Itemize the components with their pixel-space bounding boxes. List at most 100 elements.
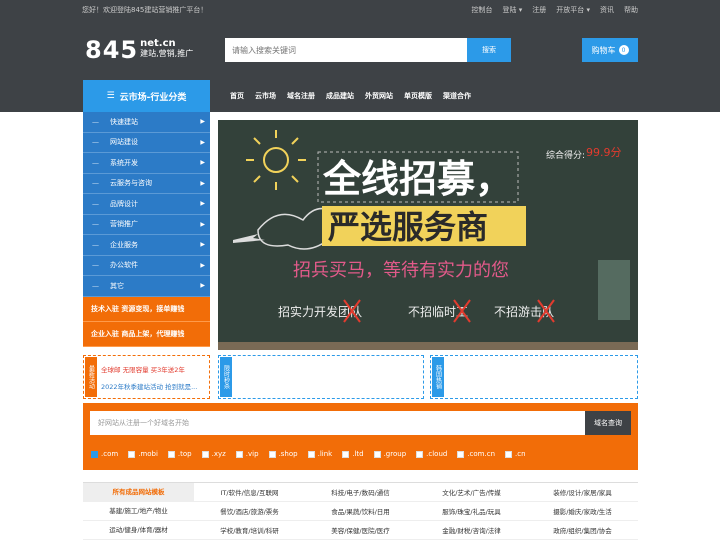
arrow-right-icon: ▶ <box>200 241 205 249</box>
category-link[interactable]: 基建/施工/地产/物业 <box>83 502 194 521</box>
category-link[interactable]: 装修/设计/家居/家具 <box>527 487 638 497</box>
score-value: 99.9分 <box>586 146 622 159</box>
link-login[interactable]: 登陆 ▾ <box>503 5 523 15</box>
sidebar-item[interactable]: — 品牌设计 ▶ <box>83 194 210 215</box>
cart-button[interactable]: 购物车 0 <box>582 38 638 62</box>
nav-item-single-page[interactable]: 单页模版 <box>404 91 432 101</box>
sidebar-item[interactable]: — 网站建设 ▶ <box>83 132 210 153</box>
domain-search-panel: 好网站从注册一个好域名开始 域名查询 .com .mobi .top .xyz … <box>83 403 638 470</box>
tld-checkbox[interactable]: .vip <box>235 450 259 458</box>
arrow-right-icon: ▶ <box>200 159 205 167</box>
category-row: 运动/健身/体育/器材 学校/教育/培训/科研 美容/保健/医院/医疗 金融/财… <box>83 521 638 540</box>
main-nav: ☰ 云市场-行业分类 首页 云市场 域名注册 成品建站 外贸网站 单页模版 渠道… <box>0 80 720 112</box>
chalkboard-eraser-icon <box>598 260 630 320</box>
category-link[interactable]: 科技/电子/数码/通信 <box>305 487 416 497</box>
category-menu-button[interactable]: ☰ 云市场-行业分类 <box>83 80 210 112</box>
link-console[interactable]: 控制台 <box>472 5 493 15</box>
banner-graphic: 全线招募， 严选服务商 招兵买马，等待有实力的您 综合得分: 99.9分 招实力… <box>218 120 638 350</box>
category-link[interactable]: 文化/艺术/广告/传媒 <box>416 487 527 497</box>
news-box-hot: 韩国热销 <box>430 355 638 399</box>
logo-number: 845 <box>85 36 139 64</box>
news-tag-hot: 韩国热销 <box>432 357 444 397</box>
promo-tech-join[interactable]: 技术入驻 资源变现，接单赚钱 <box>83 296 210 322</box>
link-news[interactable]: 资讯 <box>600 5 614 15</box>
arrow-right-icon: ▶ <box>200 200 205 208</box>
sidebar-item[interactable]: — 企业服务 ▶ <box>83 235 210 256</box>
checkbox-icon <box>457 450 465 458</box>
tld-checkbox[interactable]: .link <box>307 450 332 458</box>
news-link[interactable]: 2022年秋季建站活动 抢到就是... <box>101 379 197 396</box>
category-link[interactable]: 摄影/婚庆/家政/生活 <box>527 506 638 516</box>
search-input[interactable] <box>225 38 467 62</box>
logo-domain: net.cn <box>140 38 176 49</box>
category-link[interactable]: 服饰/珠宝/礼品/玩具 <box>416 506 527 516</box>
sidebar-item[interactable]: — 快速建站 ▶ <box>83 112 210 133</box>
sidebar-item[interactable]: — 其它 ▶ <box>83 276 210 297</box>
checkbox-icon <box>167 450 175 458</box>
news-tag-flash-sale: 限时秒杀 <box>220 357 232 397</box>
nav-item-channel[interactable]: 渠道合作 <box>443 91 471 101</box>
tld-checkbox[interactable]: .shop <box>268 450 298 458</box>
top-links: 控制台 登陆 ▾ 注册 开放平台 ▾ 资讯 帮助 <box>472 5 639 15</box>
category-link[interactable]: 政府/组织/集团/协会 <box>527 525 638 535</box>
nav-item-cloud-market[interactable]: 云市场 <box>255 91 276 101</box>
link-register[interactable]: 注册 <box>532 5 546 15</box>
site-logo[interactable]: 845 net.cn 建站,营销,推广 <box>85 36 193 64</box>
domain-search-input[interactable]: 好网站从注册一个好域名开始 <box>90 411 585 435</box>
banner-title-2: 严选服务商 <box>328 208 488 246</box>
domain-search-button[interactable]: 域名查询 <box>585 411 631 435</box>
checkbox-checked-icon <box>91 450 98 458</box>
tld-checkbox[interactable]: .cn <box>505 450 526 458</box>
link-help[interactable]: 帮助 <box>624 5 638 15</box>
tld-checkbox[interactable]: .xyz <box>201 450 226 458</box>
cart-label: 购物车 <box>591 45 616 55</box>
category-row: 所有成品网站模板 IT/软件/信息/互联网 科技/电子/数码/通信 文化/艺术/… <box>83 482 638 502</box>
category-link[interactable]: IT/软件/信息/互联网 <box>194 487 305 497</box>
score-label: 综合得分: <box>546 149 585 161</box>
checkbox-icon <box>416 450 424 458</box>
template-categories: 所有成品网站模板 IT/软件/信息/互联网 科技/电子/数码/通信 文化/艺术/… <box>83 482 638 540</box>
tld-checkbox[interactable]: .top <box>167 450 192 458</box>
nav-item-sites[interactable]: 成品建站 <box>326 91 354 101</box>
news-tag-latest: 最新活动 <box>85 357 97 397</box>
banner-title-1: 全线招募， <box>322 157 513 201</box>
hero-banner[interactable]: 全线招募， 严选服务商 招兵买马，等待有实力的您 综合得分: 99.9分 招实力… <box>218 120 638 350</box>
arrow-right-icon: ▶ <box>200 282 205 290</box>
tld-checkbox[interactable]: .com.cn <box>457 450 495 458</box>
search-button[interactable]: 搜索 <box>467 38 511 62</box>
search-bar: 搜索 <box>225 38 511 62</box>
arrow-right-icon: ▶ <box>200 179 205 187</box>
category-link[interactable]: 金融/财税/咨询/法律 <box>416 525 527 535</box>
banner-subtitle: 招兵买马，等待有实力的您 <box>293 260 509 281</box>
category-link[interactable]: 美容/保健/医院/医疗 <box>305 525 416 535</box>
category-link[interactable]: 所有成品网站模板 <box>83 482 194 502</box>
category-link[interactable]: 学校/教育/培训/科研 <box>194 525 305 535</box>
cart-count-badge: 0 <box>618 45 629 55</box>
category-link[interactable]: 餐饮/酒店/旅游/票务 <box>194 506 305 516</box>
link-open-platform[interactable]: 开放平台 ▾ <box>556 5 590 15</box>
category-title: 云市场-行业分类 <box>119 92 187 103</box>
sidebar-item[interactable]: — 营销推广 ▶ <box>83 214 210 235</box>
sidebar-item[interactable]: — 系统开发 ▶ <box>83 153 210 174</box>
sidebar-item[interactable]: — 云服务与咨询 ▶ <box>83 173 210 194</box>
promo-company-join[interactable]: 企业入驻 商品上架，代理赚钱 <box>83 321 210 347</box>
checkbox-icon <box>505 450 513 458</box>
category-link[interactable]: 食品/果蔬/饮料/日用 <box>305 506 416 516</box>
tld-checkbox[interactable]: .mobi <box>128 450 158 458</box>
logo-slogan: 建站,营销,推广 <box>140 49 194 58</box>
tld-checkbox[interactable]: .group <box>373 450 406 458</box>
tld-checkbox[interactable]: .com <box>91 450 118 458</box>
tld-checkbox[interactable]: .cloud <box>416 450 447 458</box>
tld-checkbox[interactable]: .ltd <box>342 450 364 458</box>
top-bar: 您好！欢迎登陆845建站营销推广平台！ 控制台 登陆 ▾ 注册 开放平台 ▾ 资… <box>0 0 720 20</box>
sidebar-item[interactable]: — 办公软件 ▶ <box>83 255 210 276</box>
nav-item-home[interactable]: 首页 <box>230 91 244 101</box>
news-link[interactable]: 全球邮 无限容量 买3年送2年 <box>101 362 197 379</box>
nav-item-trade-sites[interactable]: 外贸网站 <box>365 91 393 101</box>
checkbox-icon <box>307 450 315 458</box>
nav-item-domain[interactable]: 域名注册 <box>287 91 315 101</box>
checkbox-icon <box>235 450 243 458</box>
arrow-right-icon: ▶ <box>200 261 205 269</box>
category-link[interactable]: 运动/健身/体育/器材 <box>83 521 194 540</box>
arrow-right-icon: ▶ <box>200 138 205 146</box>
